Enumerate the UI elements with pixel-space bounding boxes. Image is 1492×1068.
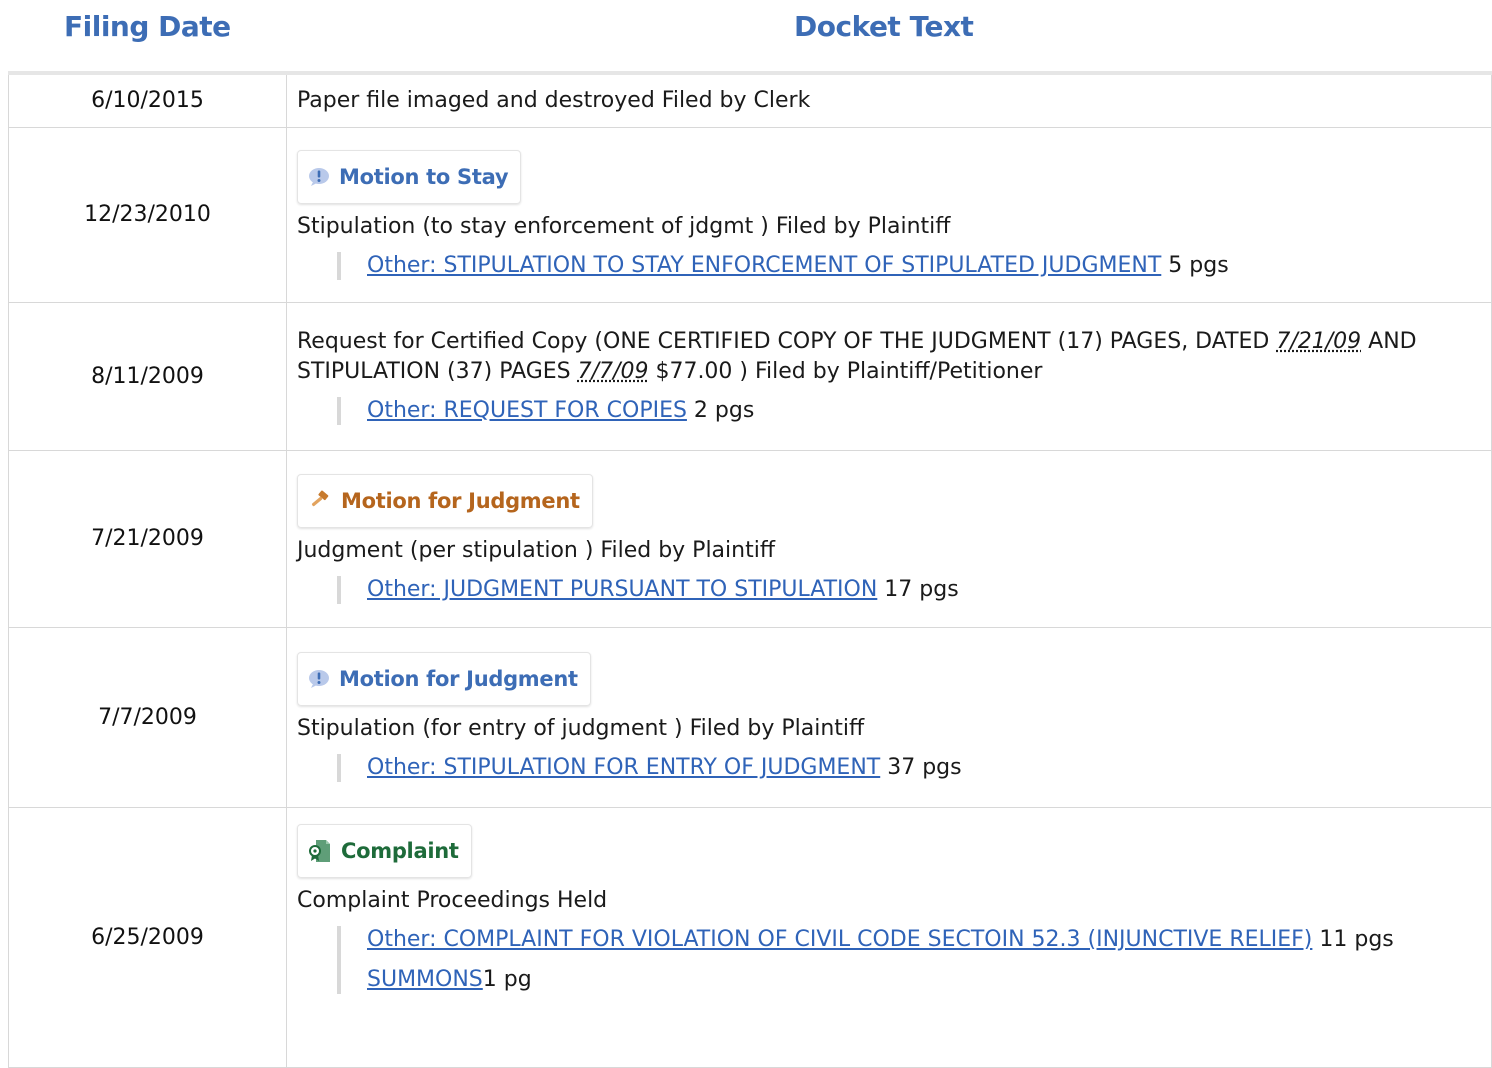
filing-date: 12/23/2010 [8, 126, 287, 303]
document-link[interactable]: Other: JUDGMENT PURSUANT TO STIPULATION [367, 577, 877, 602]
docket-text-header: Docket Text [794, 10, 974, 43]
table-row: 12/23/2010 Motion to Stay Stipulation (t… [8, 126, 1492, 303]
badge-label: Complaint [341, 838, 459, 863]
table-row: 8/11/2009 Request for Certified Copy (ON… [8, 301, 1492, 451]
table-row: 6/25/2009 Complaint Complaint Proceeding… [8, 806, 1492, 1068]
summons-link[interactable]: SUMMONS [367, 967, 483, 992]
docket-text: Request for Certified Copy (ONE CERTIFIE… [297, 327, 1481, 387]
document-link[interactable]: Other: COMPLAINT FOR VIOLATION OF CIVIL … [367, 927, 1312, 952]
abbr-date: 7/21/09 [1276, 329, 1362, 354]
page-count: 17 pgs [877, 576, 959, 602]
table-row: 7/7/2009 Motion for Judgment Stipulation… [8, 626, 1492, 808]
table-row: 7/21/2009 Motion for Judgment Judgment (… [8, 449, 1492, 628]
complaint-document-icon [309, 839, 330, 862]
document-link[interactable]: Other: STIPULATION TO STAY ENFORCEMENT O… [367, 253, 1161, 278]
motion-for-judgment-badge: Motion for Judgment [297, 473, 593, 528]
filing-date: 8/11/2009 [8, 301, 287, 451]
badge-label: Motion for Judgment [341, 488, 580, 513]
motion-to-stay-badge: Motion to Stay [297, 149, 522, 204]
filing-date: 6/25/2009 [8, 806, 287, 1068]
abbr-date: 7/7/09 [577, 359, 649, 384]
badge-label: Motion to Stay [339, 164, 509, 189]
filing-date-header: Filing Date [64, 10, 231, 43]
page-count: 37 pgs [880, 755, 962, 780]
docket-text: Judgment (per stipulation ) Filed by Pla… [297, 537, 775, 563]
filing-date: 6/10/2015 [8, 72, 287, 128]
page-count: 11 pgs [1312, 926, 1394, 952]
docket-text-cell: Complaint Complaint Proceedings Held Oth… [286, 806, 1492, 1068]
document-link[interactable]: Other: REQUEST FOR COPIES [367, 398, 687, 423]
docket-text-cell: Paper file imaged and destroyed Filed by… [286, 72, 1492, 128]
docket-text-cell: Motion for Judgment Judgment (per stipul… [286, 449, 1492, 628]
docket-text: Complaint Proceedings Held [297, 887, 608, 913]
text-segment: Request for Certified Copy (ONE CERTIFIE… [297, 329, 1277, 354]
docket-text: Stipulation (for entry of judgment ) Fil… [297, 716, 865, 741]
table-header: Filing Date Docket Text [0, 0, 1492, 70]
page-count: 5 pgs [1161, 252, 1229, 278]
motion-for-judgment-badge: Motion for Judgment [297, 652, 591, 706]
document-list: Other: COMPLAINT FOR VIOLATION OF CIVIL … [337, 925, 1481, 994]
docket-text: Stipulation (to stay enforcement of jdgm… [297, 213, 951, 239]
exclamation-bubble-icon [309, 670, 329, 688]
complaint-badge: Complaint [297, 823, 472, 878]
gavel-icon [311, 490, 329, 506]
filing-date: 7/7/2009 [8, 626, 287, 808]
document-list: Other: STIPULATION TO STAY ENFORCEMENT O… [337, 251, 1481, 280]
page-count: 1 pg [482, 966, 532, 992]
document-list: Other: REQUEST FOR COPIES 2 pgs [337, 397, 1481, 425]
document-list: Other: JUDGMENT PURSUANT TO STIPULATION … [337, 575, 1481, 604]
docket-text-cell: Motion for Judgment Stipulation (for ent… [286, 626, 1492, 808]
table-row: 6/10/2015 Paper file imaged and destroye… [8, 72, 1492, 128]
badge-label: Motion for Judgment [339, 667, 578, 691]
filing-date: 7/21/2009 [8, 449, 287, 628]
docket-text-cell: Request for Certified Copy (ONE CERTIFIE… [286, 301, 1492, 451]
docket-text-cell: Motion to Stay Stipulation (to stay enfo… [286, 126, 1492, 303]
docket-text: Paper file imaged and destroyed Filed by… [297, 87, 811, 113]
text-segment: $77.00 ) Filed by Plaintiff/Petitioner [648, 359, 1043, 384]
document-link[interactable]: Other: STIPULATION FOR ENTRY OF JUDGMENT [367, 755, 880, 780]
docket-table: 6/10/2015 Paper file imaged and destroye… [8, 71, 1492, 1068]
exclamation-bubble-icon [309, 167, 329, 186]
page-count: 2 pgs [686, 398, 755, 423]
document-list: Other: STIPULATION FOR ENTRY OF JUDGMENT… [337, 754, 1481, 782]
